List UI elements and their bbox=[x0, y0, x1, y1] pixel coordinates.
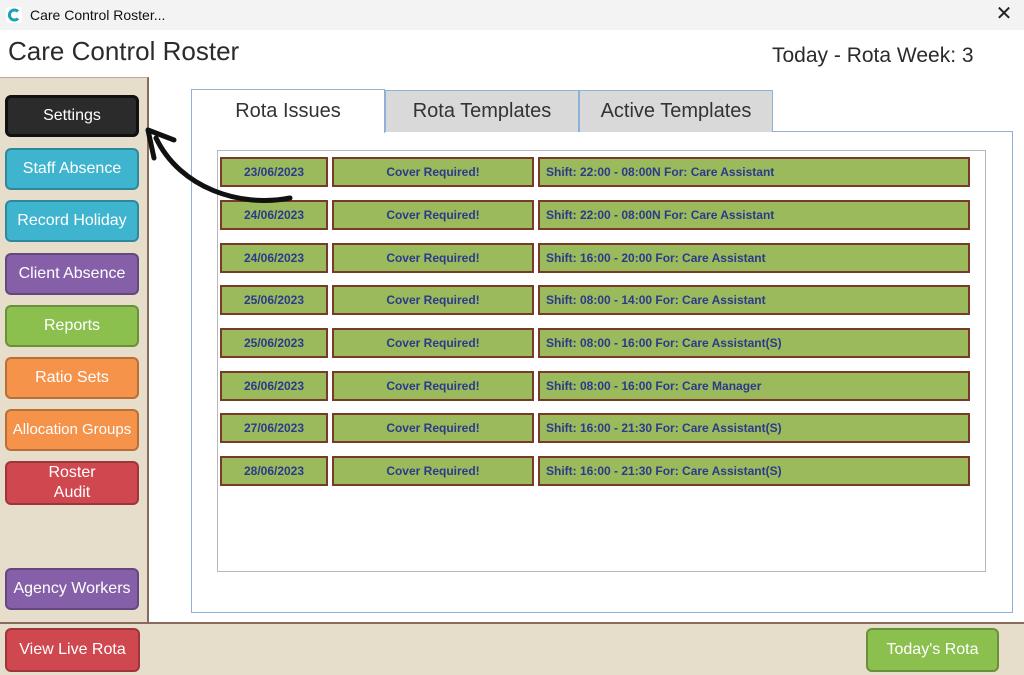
issue-date: 26/06/2023 bbox=[220, 371, 328, 401]
record-holiday-button[interactable]: Record Holiday bbox=[5, 200, 139, 242]
issue-detail: Shift: 08:00 - 14:00 For: Care Assistant bbox=[538, 285, 970, 315]
issue-date: 28/06/2023 bbox=[220, 456, 328, 486]
staff-absence-button[interactable]: Staff Absence bbox=[5, 148, 139, 190]
issue-status: Cover Required! bbox=[332, 243, 534, 273]
issue-status: Cover Required! bbox=[332, 285, 534, 315]
issue-date: 25/06/2023 bbox=[220, 285, 328, 315]
issue-status: Cover Required! bbox=[332, 456, 534, 486]
window-title: Care Control Roster... bbox=[30, 7, 166, 23]
issue-status: Cover Required! bbox=[332, 157, 534, 187]
page-title: Care Control Roster bbox=[8, 36, 240, 66]
pointer-arrow-icon bbox=[145, 127, 293, 203]
issue-detail: Shift: 16:00 - 21:30 For: Care Assistant… bbox=[538, 456, 970, 486]
issue-status: Cover Required! bbox=[332, 371, 534, 401]
issue-detail: Shift: 16:00 - 21:30 For: Care Assistant… bbox=[538, 413, 970, 443]
client-absence-button[interactable]: Client Absence bbox=[5, 253, 139, 295]
ratio-sets-button[interactable]: Ratio Sets bbox=[5, 357, 139, 399]
tab-rota-templates[interactable]: Rota Templates bbox=[385, 90, 579, 132]
issue-detail: Shift: 08:00 - 16:00 For: Care Assistant… bbox=[538, 328, 970, 358]
issue-detail: Shift: 22:00 - 08:00N For: Care Assistan… bbox=[538, 200, 970, 230]
title-bar: Care Control Roster... ✕ bbox=[0, 0, 1024, 30]
agency-workers-button[interactable]: Agency Workers bbox=[5, 568, 139, 610]
reports-button[interactable]: Reports bbox=[5, 305, 139, 347]
tab-active-templates[interactable]: Active Templates bbox=[579, 90, 773, 132]
settings-button[interactable]: Settings bbox=[5, 95, 139, 137]
roster-audit-button[interactable]: Roster Audit bbox=[5, 461, 139, 505]
issue-status: Cover Required! bbox=[332, 413, 534, 443]
close-icon[interactable]: ✕ bbox=[994, 4, 1014, 24]
view-live-rota-button[interactable]: View Live Rota bbox=[5, 628, 140, 672]
allocation-groups-button[interactable]: Allocation Groups bbox=[5, 409, 139, 451]
todays-rota-button[interactable]: Today's Rota bbox=[866, 628, 999, 672]
issue-detail: Shift: 22:00 - 08:00N For: Care Assistan… bbox=[538, 157, 970, 187]
care-control-logo-icon bbox=[6, 7, 22, 23]
bottom-bar: View Live Rota Today's Rota bbox=[0, 622, 1024, 675]
issue-status: Cover Required! bbox=[332, 200, 534, 230]
issue-date: 27/06/2023 bbox=[220, 413, 328, 443]
issue-status: Cover Required! bbox=[332, 328, 534, 358]
rota-week-label: Today - Rota Week: 3 bbox=[772, 44, 974, 67]
issue-detail: Shift: 16:00 - 20:00 For: Care Assistant bbox=[538, 243, 970, 273]
issue-detail: Shift: 08:00 - 16:00 For: Care Manager bbox=[538, 371, 970, 401]
issue-date: 24/06/2023 bbox=[220, 243, 328, 273]
issue-date: 25/06/2023 bbox=[220, 328, 328, 358]
